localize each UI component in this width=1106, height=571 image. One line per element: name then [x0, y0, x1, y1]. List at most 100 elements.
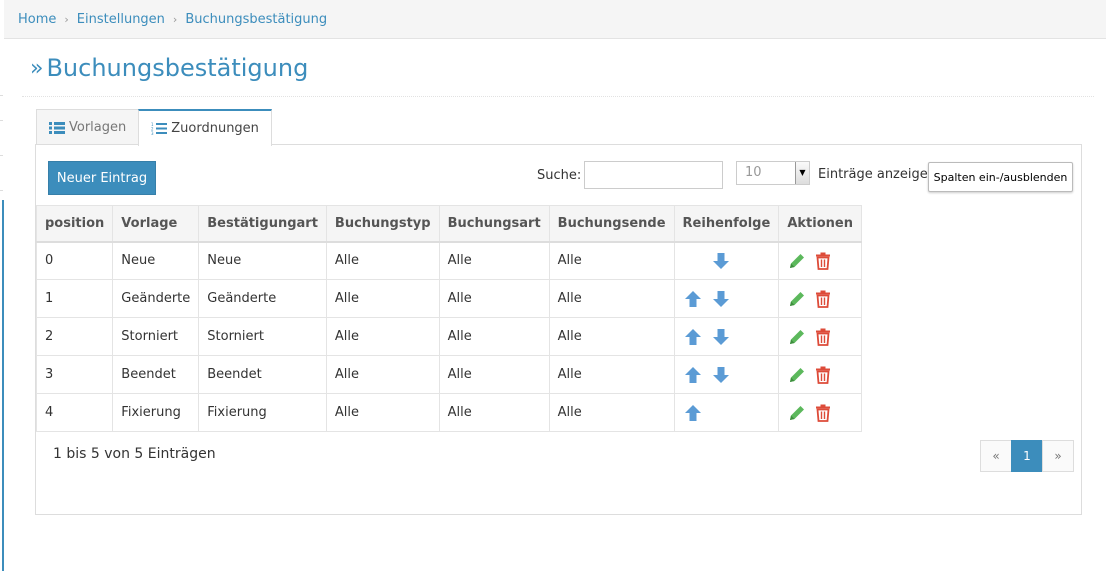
move-up-button[interactable]	[683, 289, 711, 309]
cell-reihenfolge	[673, 241, 780, 280]
delete-button[interactable]	[813, 404, 839, 422]
cell-buchungsende: Alle	[548, 393, 675, 432]
breadcrumb: Home › Einstellungen › Buchungsbestätigu…	[4, 0, 1106, 39]
breadcrumb-einstellungen[interactable]: Einstellungen	[77, 12, 165, 27]
search-label: Suche:	[537, 168, 582, 183]
toggle-columns-button[interactable]: Spalten ein-/ausblenden	[928, 162, 1073, 192]
move-down-button[interactable]	[711, 251, 739, 271]
pencil-icon	[787, 367, 813, 382]
cell-reihenfolge	[673, 393, 780, 432]
arrow-up-icon	[683, 404, 703, 421]
cell-aktionen	[778, 393, 862, 432]
arrow-up-icon	[683, 328, 703, 345]
table-header-row: position Vorlage Bestätigungart Buchungs…	[35, 205, 862, 243]
breadcrumb-home[interactable]: Home	[18, 12, 56, 27]
edit-button[interactable]	[787, 405, 813, 420]
column-header-aktionen: Aktionen	[778, 205, 862, 243]
move-up-button[interactable]	[683, 403, 711, 423]
cell-bestaetigungart: Storniert	[198, 317, 327, 356]
assignments-table: position Vorlage Bestätigungart Buchungs…	[35, 205, 862, 432]
move-up-button[interactable]	[683, 365, 711, 385]
breadcrumb-current[interactable]: Buchungsbestätigung	[185, 12, 327, 27]
pagination: « 1 »	[980, 440, 1074, 472]
cell-bestaetigungart: Fixierung	[198, 393, 327, 432]
tab-zuordnungen-label: Zuordnungen	[171, 121, 259, 136]
move-down-button[interactable]	[711, 365, 739, 385]
page-length-value: 10	[745, 165, 762, 180]
search-input[interactable]	[584, 161, 723, 189]
cell-buchungsende: Alle	[548, 279, 675, 318]
column-header-reihenfolge[interactable]: Reihenfolge	[673, 205, 780, 243]
cell-vorlage: Geänderte	[112, 279, 200, 318]
delete-button[interactable]	[813, 366, 839, 384]
page-length-label: Einträge anzeigen	[818, 167, 936, 182]
page-title: » Buchungsbestätigung	[30, 54, 308, 82]
trash-icon	[813, 404, 839, 422]
pencil-icon	[787, 253, 813, 268]
cell-bestaetigungart: Beendet	[198, 355, 327, 394]
cell-buchungsende: Alle	[548, 355, 675, 394]
arrow-up-icon	[683, 290, 703, 307]
column-header-position[interactable]: position	[35, 205, 114, 243]
edit-button[interactable]	[787, 367, 813, 382]
move-up-button[interactable]	[683, 327, 711, 347]
cell-bestaetigungart: Geänderte	[198, 279, 327, 318]
left-accent-bar	[0, 0, 4, 571]
cell-buchungsart: Alle	[438, 393, 550, 432]
cell-position: 0	[35, 241, 114, 280]
cell-buchungsart: Alle	[438, 279, 550, 318]
arrow-down-icon	[711, 290, 731, 307]
pencil-icon	[787, 291, 813, 306]
cell-aktionen	[778, 317, 862, 356]
cell-buchungsende: Alle	[548, 241, 675, 280]
edit-button[interactable]	[787, 253, 813, 268]
cell-vorlage: Beendet	[112, 355, 200, 394]
page-title-text: Buchungsbestätigung	[46, 54, 309, 82]
cell-position: 3	[35, 355, 114, 394]
cell-aktionen	[778, 279, 862, 318]
column-header-bestaetigungart[interactable]: Bestätigungart	[198, 205, 327, 243]
cell-vorlage: Storniert	[112, 317, 200, 356]
dropdown-arrow-icon: ▼	[795, 162, 809, 184]
pagination-prev[interactable]: «	[980, 440, 1012, 472]
move-down-button[interactable]	[711, 289, 739, 309]
edit-button[interactable]	[787, 291, 813, 306]
arrow-up-icon	[683, 366, 703, 383]
table-row: 1 Geänderte Geänderte Alle Alle Alle	[35, 279, 862, 318]
tab-vorlagen[interactable]: Vorlagen	[36, 109, 140, 145]
cell-buchungstyp: Alle	[325, 393, 440, 432]
table-row: 0 Neue Neue Alle Alle Alle	[35, 241, 862, 280]
column-header-vorlage[interactable]: Vorlage	[112, 205, 200, 243]
cell-position: 4	[35, 393, 114, 432]
table-row: 2 Storniert Storniert Alle Alle Alle	[35, 317, 862, 356]
move-down-button[interactable]	[711, 327, 739, 347]
delete-button[interactable]	[813, 290, 839, 308]
delete-button[interactable]	[813, 328, 839, 346]
column-header-buchungsende[interactable]: Buchungsende	[548, 205, 675, 243]
edit-button[interactable]	[787, 329, 813, 344]
arrow-down-icon	[711, 366, 731, 383]
column-header-buchungstyp[interactable]: Buchungstyp	[325, 205, 440, 243]
svg-text:3: 3	[151, 131, 154, 135]
page-length-select[interactable]: 10 ▼	[736, 161, 810, 185]
column-header-buchungsart[interactable]: Buchungsart	[438, 205, 550, 243]
cell-buchungsart: Alle	[438, 317, 550, 356]
trash-icon	[813, 290, 839, 308]
tab-vorlagen-label: Vorlagen	[69, 120, 127, 135]
table-row: 4 Fixierung Fixierung Alle Alle Alle	[35, 393, 862, 432]
cell-reihenfolge	[673, 317, 780, 356]
tab-zuordnungen[interactable]: 123 Zuordnungen	[138, 109, 272, 146]
cell-buchungsende: Alle	[548, 317, 675, 356]
chevron-right-icon: ›	[172, 12, 178, 26]
trash-icon	[813, 366, 839, 384]
list-icon	[49, 121, 65, 134]
cell-reihenfolge	[673, 355, 780, 394]
pencil-icon	[787, 405, 813, 420]
delete-button[interactable]	[813, 252, 839, 270]
pagination-next[interactable]: »	[1042, 440, 1074, 472]
double-chevron-right-icon: »	[30, 55, 44, 81]
new-entry-button[interactable]: Neuer Eintrag	[48, 161, 156, 195]
title-divider	[22, 96, 1094, 97]
cell-reihenfolge	[673, 279, 780, 318]
pagination-page-1[interactable]: 1	[1011, 440, 1043, 472]
